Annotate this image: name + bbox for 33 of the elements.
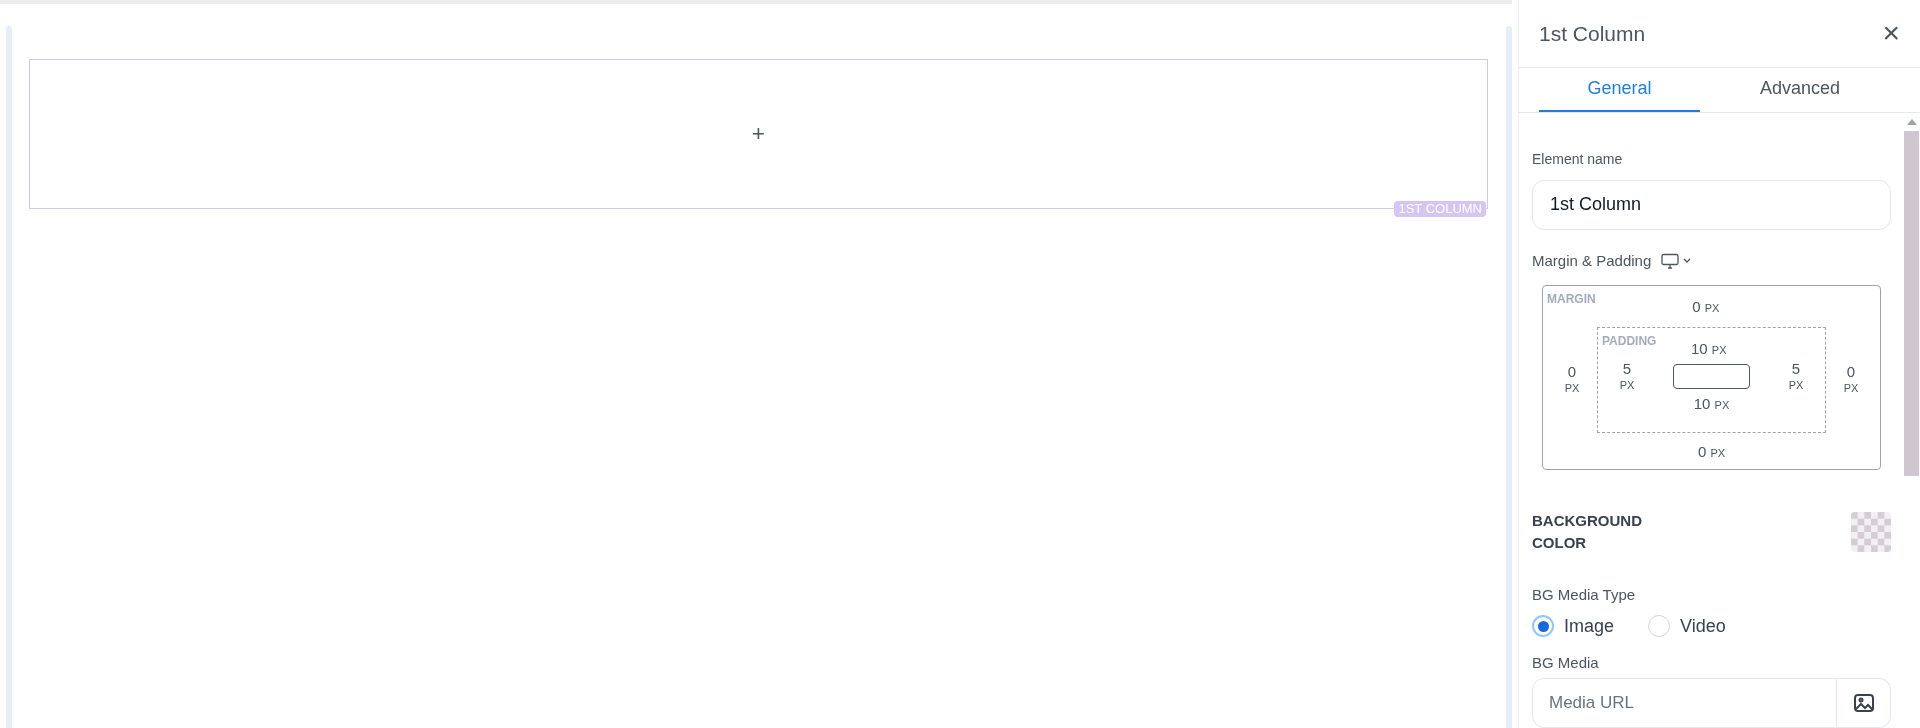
image-icon[interactable] — [1853, 694, 1874, 712]
margin-bottom-value: 0 PX — [1697, 441, 1726, 462]
media-url-field[interactable]: Media URL — [1532, 678, 1837, 728]
margin-right-value: 0 — [1846, 363, 1856, 382]
column-tag: 1ST COLUMN — [1394, 201, 1486, 217]
tab[interactable]: Advanced — [1700, 67, 1900, 112]
margin-left-value: 0 — [1567, 363, 1577, 382]
unit-label: PX — [1843, 382, 1859, 396]
padding-label: PADDING — [1602, 332, 1657, 350]
close-button[interactable]: × — [1882, 18, 1900, 49]
radio-button[interactable] — [1532, 615, 1554, 637]
radio-label: Image — [1564, 614, 1615, 638]
radio-label: Video — [1680, 614, 1726, 638]
padding-bottom-value: 10 PX — [1693, 393, 1730, 414]
element-name-field[interactable]: 1st Column — [1532, 179, 1891, 230]
field-label: Margin & Padding — [1532, 250, 1652, 271]
margin-top-value: 0 PX — [1692, 297, 1720, 317]
field-label: BG Media Type — [1532, 585, 1637, 605]
padding-top-value: 10 PX — [1690, 338, 1727, 359]
padding-right-value: 5 — [1791, 360, 1801, 379]
panel-title: 1st Column — [1539, 20, 1646, 47]
field-label: BG Media — [1532, 652, 1600, 673]
field-label: Element name — [1532, 149, 1624, 169]
margin-label: MARGIN — [1547, 291, 1596, 308]
media-picker-button[interactable] — [1837, 678, 1891, 728]
unit-label: PX — [1619, 378, 1635, 393]
section-heading: BACKGROUND COLOR — [1532, 511, 1643, 553]
tab[interactable]: General — [1539, 67, 1700, 112]
unit-label: PX — [1564, 382, 1580, 396]
padding-left-value: 5 — [1622, 360, 1632, 379]
unit-label: PX — [1788, 378, 1804, 393]
add-button[interactable]: + — [752, 123, 765, 145]
color-swatch[interactable] — [1851, 512, 1891, 552]
